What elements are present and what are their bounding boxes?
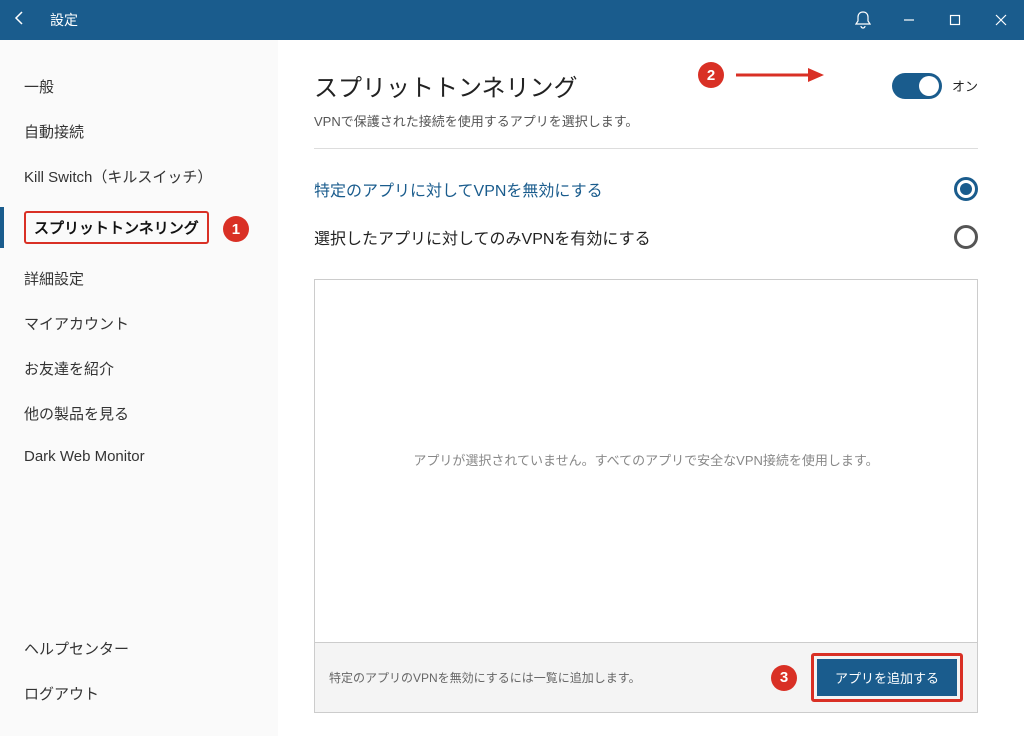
annotation-highlight-box: アプリを追加する [811,653,963,702]
split-tunneling-toggle[interactable] [892,73,942,99]
sidebar-item-refer[interactable]: お友達を紹介 [0,346,278,391]
sidebar-item-label: 自動接続 [24,124,84,141]
sidebar: 一般 自動接続 Kill Switch（キルスイッチ） スプリットトンネリング … [0,40,278,736]
titlebar: 設定 [0,0,1024,40]
sidebar-item-help[interactable]: ヘルプセンター [0,626,278,671]
arrow-icon [734,66,824,84]
back-button[interactable] [0,10,40,31]
sidebar-item-label: マイアカウント [24,316,129,333]
minimize-button[interactable] [886,0,932,40]
toggle-knob [919,76,939,96]
page-subheading: VPNで保護された接続を使用するアプリを選択します。 [314,111,978,130]
toggle-label: オン [952,76,978,95]
bell-icon[interactable] [840,0,886,40]
sidebar-item-logout[interactable]: ログアウト [0,671,278,716]
empty-text: アプリが選択されていません。すべてのアプリで安全なVPN接続を使用します。 [413,450,878,472]
sidebar-item-account[interactable]: マイアカウント [0,301,278,346]
annotation-step-2: 2 [698,62,724,88]
sidebar-item-killswitch[interactable]: Kill Switch（キルスイッチ） [0,154,278,199]
sidebar-item-label: ログアウト [24,686,99,703]
radio-indicator [954,177,978,201]
app-list-empty: アプリが選択されていません。すべてのアプリで安全なVPN接続を使用します。 [315,280,977,642]
app-list-footer: 特定のアプリのVPNを無効にするには一覧に追加します。 3 アプリを追加する [315,642,977,712]
sidebar-item-label: Kill Switch（キルスイッチ） [24,169,212,186]
sidebar-item-label: 詳細設定 [24,271,84,288]
app-list: アプリが選択されていません。すべてのアプリで安全なVPN接続を使用します。 特定… [314,279,978,713]
radio-label: 特定のアプリに対してVPNを無効にする [314,177,603,201]
radio-enable-vpn-apps[interactable]: 選択したアプリに対してのみVPNを有効にする [314,217,978,265]
content-pane: 2 スプリットトンネリング オン VPNで保護された接続を使用するアプリを選択し… [278,40,1024,736]
annotation-step-2-group: 2 [698,62,824,88]
radio-indicator [954,225,978,249]
sidebar-item-label: 他の製品を見る [24,406,129,423]
radio-disable-vpn-apps[interactable]: 特定のアプリに対してVPNを無効にする [314,169,978,217]
annotation-step-3: 3 [771,665,797,691]
add-app-button[interactable]: アプリを追加する [817,659,957,696]
divider [314,148,978,149]
sidebar-item-advanced[interactable]: 詳細設定 [0,256,278,301]
radio-label: 選択したアプリに対してのみVPNを有効にする [314,225,651,249]
sidebar-item-label: スプリットトンネリング [24,211,209,244]
sidebar-item-other-products[interactable]: 他の製品を見る [0,391,278,436]
page-heading: スプリットトンネリング [314,68,578,103]
sidebar-item-label: ヘルプセンター [24,641,129,658]
window-title: 設定 [50,10,78,30]
footer-hint: 特定のアプリのVPNを無効にするには一覧に追加します。 [329,669,771,686]
sidebar-item-darkweb[interactable]: Dark Web Monitor [0,436,278,477]
close-button[interactable] [978,0,1024,40]
maximize-button[interactable] [932,0,978,40]
annotation-step-1: 1 [223,216,249,242]
sidebar-item-label: 一般 [24,79,54,96]
sidebar-item-label: お友達を紹介 [24,361,114,378]
sidebar-item-general[interactable]: 一般 [0,64,278,109]
sidebar-item-autoconnect[interactable]: 自動接続 [0,109,278,154]
sidebar-item-label: Dark Web Monitor [24,448,145,465]
sidebar-item-split-tunneling[interactable]: スプリットトンネリング 1 [0,199,278,256]
